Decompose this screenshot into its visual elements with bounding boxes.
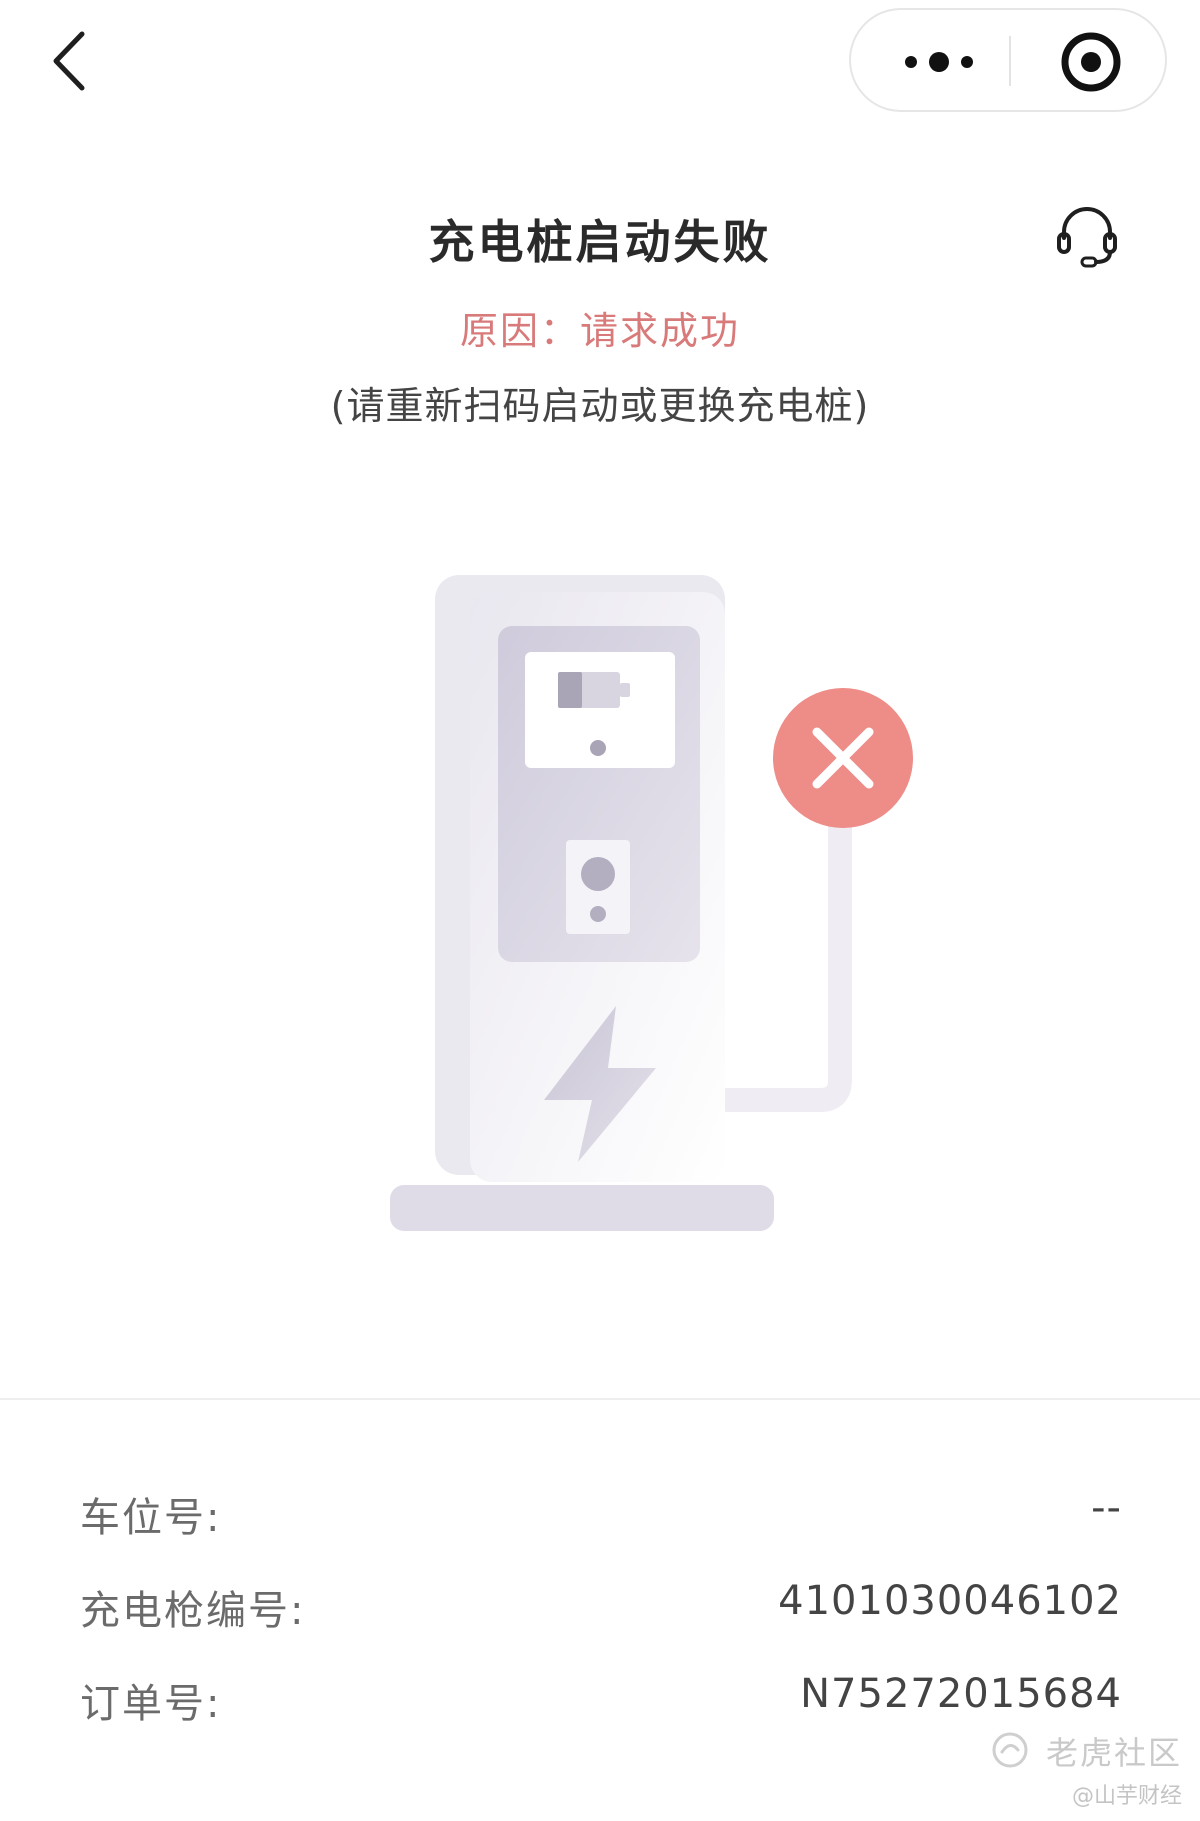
parking-space-value: -- [1091,1485,1122,1531]
parking-space-row: 车位号: -- [80,1485,1122,1545]
charging-station-illustration [380,560,920,1260]
mini-program-capsule [849,8,1167,112]
target-close-icon [1061,32,1121,92]
charger-gun-row: 充电枪编号: 4101030046102 [80,1578,1122,1638]
capsule-divider [1009,36,1011,86]
battery-icon [558,672,630,708]
parking-space-label: 车位号: [80,1495,222,1541]
customer-service-button[interactable] [1052,200,1122,270]
charger-gun-value: 4101030046102 [778,1578,1122,1624]
section-divider [0,1398,1200,1400]
page-title: 充电桩启动失败 [428,215,772,269]
error-x-icon [773,688,913,828]
close-button[interactable] [1026,10,1156,110]
back-button[interactable] [44,26,104,96]
failure-reason: 原因：请求成功 [459,309,740,353]
order-number-row: 订单号: N75272015684 [80,1671,1122,1731]
more-dots-icon [905,52,973,72]
headset-icon [1057,207,1117,268]
order-number-value: N75272015684 [800,1671,1122,1717]
retry-hint: (请重新扫码启动或更换充电桩) [330,384,870,428]
order-number-label: 订单号: [80,1681,222,1727]
charging-station-icon [390,575,913,1231]
watermark-sub: @山芋财经 [1071,1784,1182,1809]
tiger-community-logo-icon [992,1732,1028,1768]
more-button[interactable] [861,10,1011,110]
watermark-main: 老虎社区 [1045,1734,1182,1772]
watermark: 老虎社区 @山芋财经 [982,1728,1182,1818]
charger-gun-label: 充电枪编号: [80,1588,306,1634]
chevron-left-icon [53,31,85,91]
